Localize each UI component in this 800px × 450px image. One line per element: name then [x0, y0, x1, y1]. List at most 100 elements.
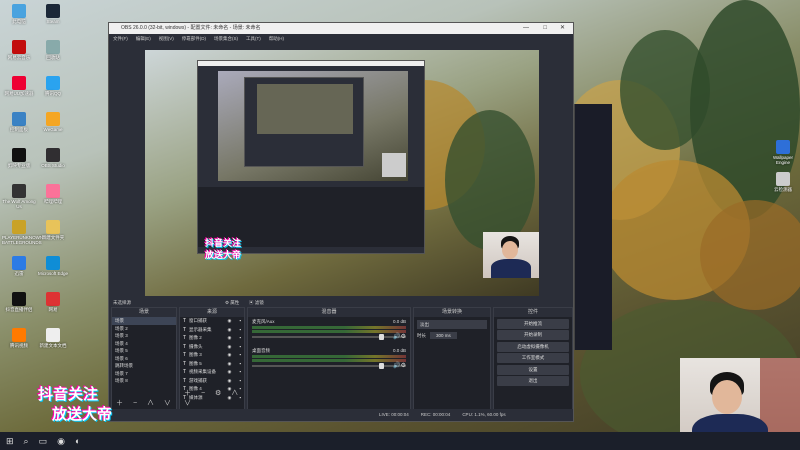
lock-icon[interactable]: ▪	[239, 368, 241, 377]
desktop-icon[interactable]: OBS Studio	[36, 148, 70, 168]
menu-tools[interactable]: 工具(T)	[246, 34, 261, 43]
start-streaming-button[interactable]: 开始推流	[497, 318, 569, 329]
menu-docks[interactable]: 停靠部件(D)	[182, 34, 206, 43]
desktop-icon[interactable]: 哔哩哔哩	[36, 184, 70, 204]
visibility-eye-icon[interactable]: ◉	[227, 351, 231, 360]
scene-item[interactable]: 场景 6	[112, 355, 176, 363]
speaker-icon[interactable]: 🔊⚙	[393, 333, 406, 340]
desktop-icon[interactable]: 抖音直播伴侣	[2, 292, 36, 312]
obs-window[interactable]: OBS 26.0.0 (32-bit, windows) - 配置文件: 未命名…	[108, 22, 574, 422]
transition-select[interactable]: 淡出	[417, 320, 487, 329]
visibility-eye-icon[interactable]: ◉	[227, 334, 231, 343]
desktop-icon[interactable]: The Wolf Among Us	[2, 184, 36, 209]
volume-slider[interactable]	[252, 363, 406, 369]
desktop-icon-wallpaper-engine[interactable]: Wallpaper Engine	[766, 140, 800, 165]
source-item[interactable]: T 游戏捕获 ◉ ▪	[180, 377, 244, 386]
scene-item[interactable]: 跳转场景	[112, 362, 176, 370]
source-item[interactable]: T 图像 2 ◉ ▪	[180, 334, 244, 343]
menu-edit[interactable]: 编辑(E)	[136, 34, 151, 43]
lock-icon[interactable]: ▪	[239, 343, 241, 352]
desktop-icon-label: WeGame	[43, 127, 63, 132]
taskbar-app-3[interactable]: ◐	[75, 436, 80, 446]
speaker-icon[interactable]: 🔊⚙	[393, 362, 406, 369]
menu-scene-collection[interactable]: 场景集合(S)	[214, 34, 238, 43]
desktop-icon[interactable]: PLAYERUNKNOWN'S BATTLEGROUNDS	[2, 220, 47, 245]
desktop-icon[interactable]: Microsoft Edge	[36, 256, 70, 276]
menu-file[interactable]: 文件(F)	[113, 34, 128, 43]
scene-controls[interactable]: ＋ − ∧ ∨	[116, 398, 175, 408]
desktop-icon[interactable]: 迅雷	[2, 256, 36, 276]
scene-item[interactable]: 场景 7	[112, 370, 176, 378]
source-item[interactable]: T 视频采集设备 ◉ ▪	[180, 368, 244, 377]
lock-icon[interactable]: ▪	[239, 377, 241, 386]
search-icon[interactable]: ⌕	[24, 436, 29, 447]
properties-button[interactable]: ⚙ 属性	[225, 298, 239, 307]
desktop-icon[interactable]: Steam	[36, 4, 70, 24]
desktop-icon[interactable]: 腾讯QQ	[36, 76, 70, 96]
mixer-channel-name: 桌面音频	[252, 348, 270, 353]
taskbar-app-1[interactable]: ▭	[39, 436, 48, 447]
visibility-eye-icon[interactable]: ◉	[227, 317, 231, 326]
desktop-icon[interactable]: 剪映专业版	[2, 148, 36, 168]
desktop-icon[interactable]: 新建文件夹	[36, 220, 70, 240]
source-item[interactable]: T 显示器采集 ◉ ▪	[180, 326, 244, 335]
visibility-eye-icon[interactable]: ◉	[227, 360, 231, 369]
source-item[interactable]: T 图像 3 ◉ ▪	[180, 351, 244, 360]
desktop-icon[interactable]: 新建文本文档	[36, 328, 70, 348]
preview-canvas[interactable]: 抖音关注 放送大帝	[145, 50, 539, 296]
lock-icon[interactable]: ▪	[239, 360, 241, 369]
settings-button[interactable]: 设置	[497, 364, 569, 375]
duration-input[interactable]: 300 ms	[430, 332, 457, 339]
source-name: 图像 3	[189, 352, 202, 357]
volume-slider[interactable]	[252, 334, 406, 340]
desktop-icon[interactable]: 此电脑	[2, 4, 36, 24]
start-recording-button[interactable]: 开始录制	[497, 330, 569, 340]
desktop-icon[interactable]: 回收站	[36, 40, 70, 60]
volume-knob[interactable]	[379, 334, 384, 340]
app-icon	[776, 172, 790, 186]
menu-help[interactable]: 帮助(H)	[269, 34, 284, 43]
source-item[interactable]: T 图像 5 ◉ ▪	[180, 360, 244, 369]
scene-item[interactable]: 场景	[112, 317, 176, 325]
desktop-icon[interactable]: 腾讯视频	[2, 328, 36, 348]
obs-titlebar[interactable]: OBS 26.0.0 (32-bit, windows) - 配置文件: 未命名…	[109, 23, 573, 34]
desktop-icon[interactable]: 网易UU加速器	[2, 76, 36, 96]
scene-item[interactable]: 场景 8	[112, 377, 176, 385]
desktop-icon[interactable]: 网易	[36, 292, 70, 312]
scene-item[interactable]: 场景 2	[112, 325, 176, 333]
scene-item[interactable]: 场景 4	[112, 340, 176, 348]
maximize-icon[interactable]: □	[543, 23, 547, 34]
source-type-icon: T	[183, 343, 187, 350]
close-icon[interactable]: ✕	[560, 23, 565, 34]
volume-meter	[252, 355, 406, 358]
source-item[interactable]: T 窗口捕获 ◉ ▪	[180, 317, 244, 326]
minimize-icon[interactable]: —	[523, 23, 529, 34]
desktop-icon-cloud-detector[interactable]: 云检测器	[766, 172, 800, 192]
source-item[interactable]: T 摄像头 ◉ ▪	[180, 343, 244, 352]
menu-view[interactable]: 视图(V)	[159, 34, 174, 43]
app-icon	[12, 4, 26, 18]
desktop-icon[interactable]: WeGame	[36, 112, 70, 132]
desktop-icon[interactable]: 控制面板	[2, 112, 36, 132]
volume-knob[interactable]	[379, 363, 384, 369]
scene-item[interactable]: 场景 5	[112, 347, 176, 355]
start-button[interactable]: ⊞	[6, 436, 14, 447]
visibility-eye-icon[interactable]: ◉	[227, 368, 231, 377]
taskbar-app-2[interactable]: ◉	[57, 436, 65, 447]
visibility-eye-icon[interactable]: ◉	[227, 343, 231, 352]
lock-icon[interactable]: ▪	[239, 317, 241, 326]
filters-button[interactable]: ▣ 滤镜	[249, 298, 264, 307]
lock-icon[interactable]: ▪	[239, 351, 241, 360]
studio-mode-button[interactable]: 工作室模式	[497, 353, 569, 363]
app-icon	[12, 220, 26, 234]
desktop-icon-label: 网易	[48, 307, 58, 312]
source-controls[interactable]: ＋ − ⚙ ∧ ∨	[184, 388, 244, 408]
start-virtual-camera-button[interactable]: 启动虚拟摄像机	[497, 341, 569, 352]
desktop-icon[interactable]: 网易云音乐	[2, 40, 36, 60]
lock-icon[interactable]: ▪	[239, 326, 241, 335]
lock-icon[interactable]: ▪	[239, 334, 241, 343]
scene-item[interactable]: 场景 3	[112, 332, 176, 340]
exit-button[interactable]: 退出	[497, 376, 569, 386]
visibility-eye-icon[interactable]: ◉	[227, 377, 231, 386]
visibility-eye-icon[interactable]: ◉	[227, 326, 231, 335]
